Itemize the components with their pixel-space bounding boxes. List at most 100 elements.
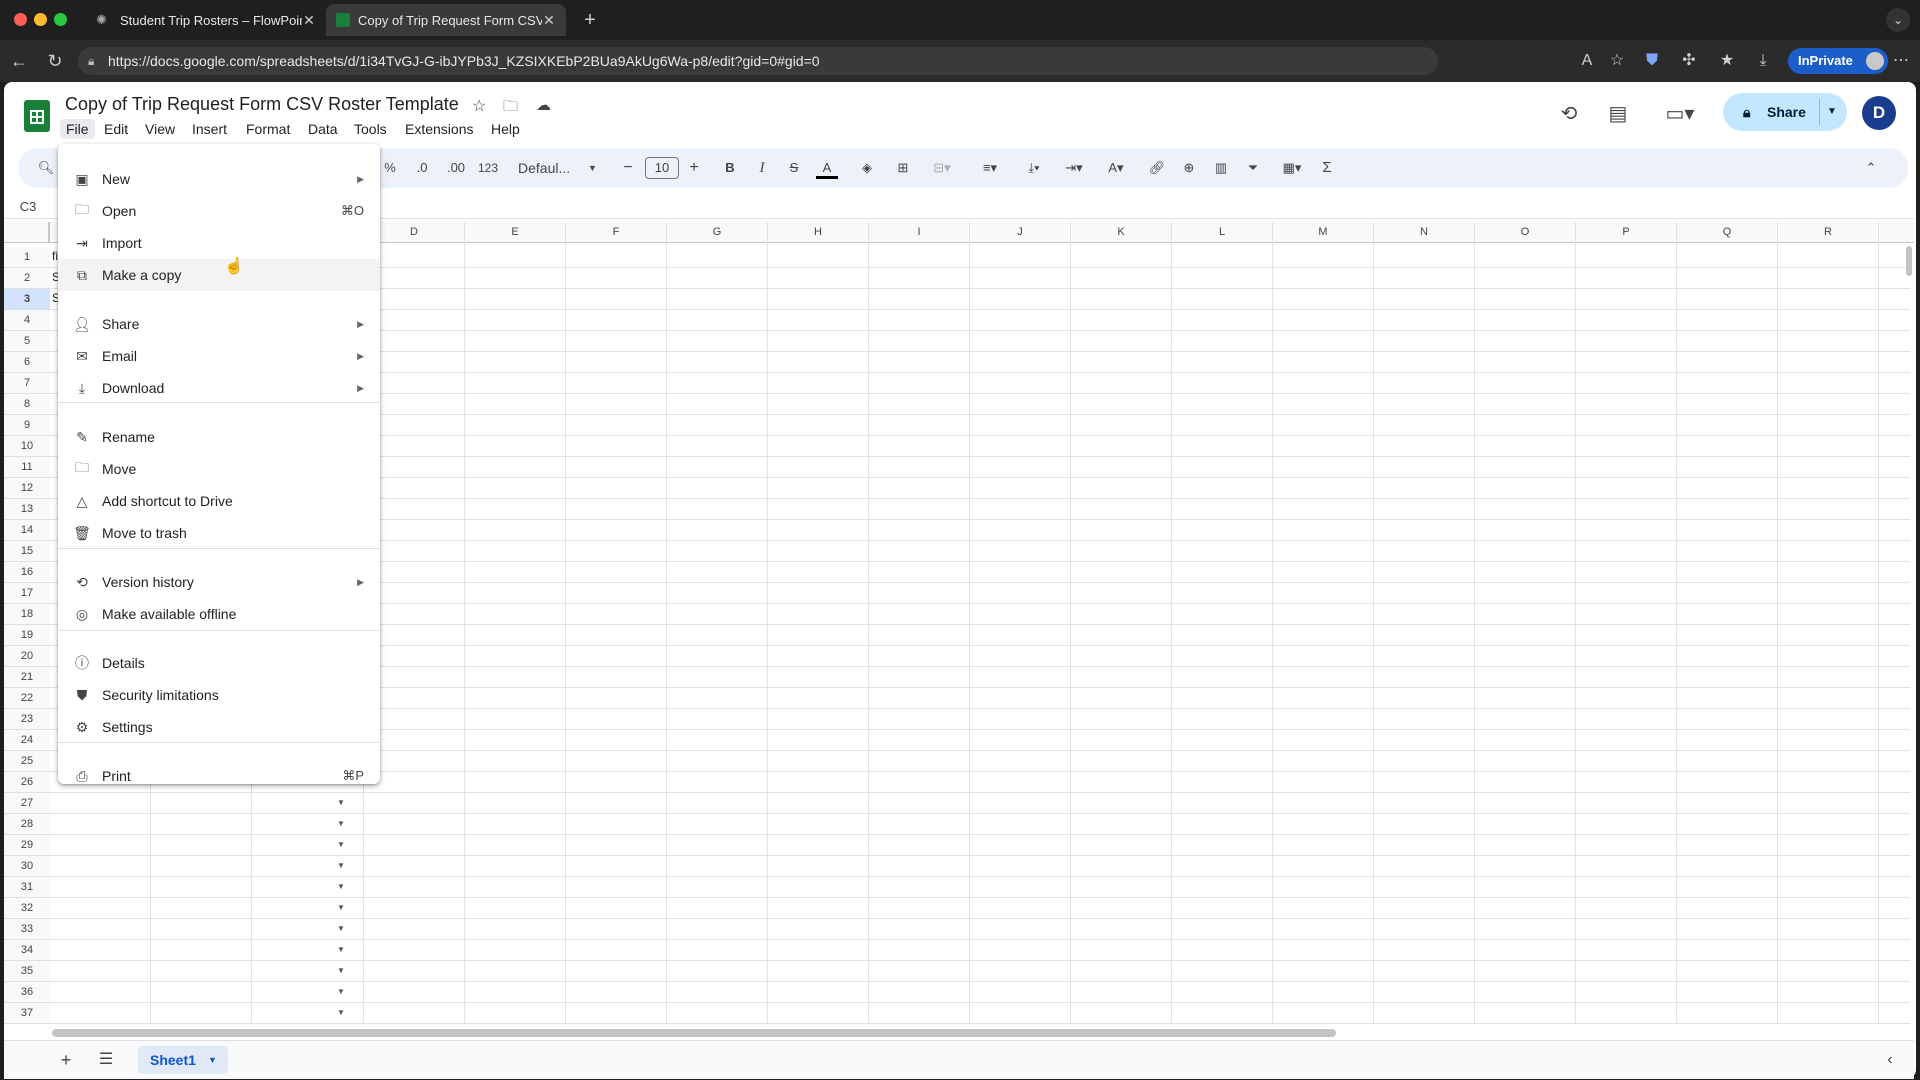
row-header-1[interactable]: 1 (4, 247, 50, 268)
insert-link-icon[interactable]: 🔗︎ (1146, 157, 1168, 179)
share-dropdown-chevron-icon[interactable]: ▼ (1827, 93, 1837, 131)
close-tab-icon[interactable]: ✕ (302, 12, 316, 29)
more-formats-button[interactable]: 123 (476, 157, 500, 179)
row-header-28[interactable]: 28 (4, 814, 50, 835)
row-header-36[interactable]: 36 (4, 982, 50, 1003)
filter-views-icon[interactable]: ▦▾ (1274, 157, 1310, 179)
fill-color-icon[interactable]: ◈ (856, 157, 878, 179)
column-header-k[interactable]: K (1071, 222, 1172, 242)
strikethrough-button[interactable]: S (784, 157, 804, 179)
insert-chart-icon[interactable]: ▥ (1210, 157, 1232, 179)
menu-help[interactable]: Help (485, 119, 526, 139)
name-box[interactable]: C3 (8, 196, 48, 218)
row-header-25[interactable]: 25 (4, 751, 50, 772)
row-header-9[interactable]: 9 (4, 415, 50, 436)
file-menu-item-settings[interactable]: ⚙ Settings (58, 711, 380, 743)
row-header-10[interactable]: 10 (4, 436, 50, 457)
dropdown-chip-icon[interactable]: ▼ (336, 903, 346, 912)
row-header-31[interactable]: 31 (4, 877, 50, 898)
sheet-tab-sheet1[interactable]: Sheet1 ▼ (138, 1046, 228, 1074)
column-header-m[interactable]: M (1273, 222, 1374, 242)
dropdown-chip-icon[interactable]: ▼ (336, 945, 346, 954)
menu-format[interactable]: Format (240, 119, 296, 139)
file-menu-item-email[interactable]: ✉ Email ▶ (58, 340, 380, 372)
font-family-select[interactable]: Defaul... ▼ (518, 157, 598, 179)
horizontal-scrollbar[interactable] (52, 1029, 1336, 1037)
menu-insert[interactable]: Insert (186, 119, 233, 139)
row-header-26[interactable]: 26 (4, 772, 50, 793)
file-menu-item-make-available-offline[interactable]: ◎ Make available offline (58, 598, 380, 630)
sheets-logo-icon[interactable] (24, 100, 50, 132)
filter-icon[interactable]: ⏷ (1242, 157, 1264, 179)
browser-tab-flowpoint[interactable]: ✺ Student Trip Rosters – FlowPoint ✕ (86, 4, 326, 36)
text-rotation-icon[interactable]: A▾ (1100, 157, 1132, 179)
row-header-17[interactable]: 17 (4, 583, 50, 604)
file-menu-item-rename[interactable]: ✎ Rename (58, 421, 380, 453)
row-header-37[interactable]: 37 (4, 1003, 50, 1024)
row-header-16[interactable]: 16 (4, 562, 50, 583)
menu-tools[interactable]: Tools (348, 119, 393, 139)
browser-tab-active[interactable]: Copy of Trip Request Form CSV ✕ (326, 4, 566, 36)
dropdown-chip-icon[interactable]: ▼ (336, 924, 346, 933)
row-header-4[interactable]: 4 (4, 310, 50, 331)
row-header-19[interactable]: 19 (4, 625, 50, 646)
tab-list-chevron-icon[interactable]: ⌄ (1886, 8, 1910, 32)
row-header-8[interactable]: 8 (4, 394, 50, 415)
borders-icon[interactable]: ⊞ (892, 157, 914, 179)
file-menu-item-import[interactable]: ⇥ Import (58, 227, 380, 259)
row-header-18[interactable]: 18 (4, 604, 50, 625)
row-header-24[interactable]: 24 (4, 730, 50, 751)
extension-shield-icon[interactable]: ⛊ (1641, 50, 1663, 72)
file-menu-item-add-shortcut-to-drive[interactable]: △ Add shortcut to Drive (58, 485, 380, 517)
file-menu-item-move[interactable]: 🗀 Move (58, 453, 380, 485)
row-header-23[interactable]: 23 (4, 709, 50, 730)
add-sheet-icon[interactable]: + (56, 1048, 76, 1072)
row-header-29[interactable]: 29 (4, 835, 50, 856)
column-header-h[interactable]: H (768, 222, 869, 242)
column-header-j[interactable]: J (970, 222, 1071, 242)
column-header-r[interactable]: R (1778, 222, 1879, 242)
increase-decimal-button[interactable]: .00 (442, 157, 470, 179)
file-menu-item-share[interactable]: 👤︎ Share ▶ (58, 308, 380, 340)
row-header-15[interactable]: 15 (4, 541, 50, 562)
menu-extensions[interactable]: Extensions (399, 119, 479, 139)
dropdown-chip-icon[interactable]: ▼ (336, 798, 346, 807)
horizontal-align-icon[interactable]: ≡▾ (974, 157, 1006, 179)
reload-icon[interactable]: ↻ (44, 50, 66, 72)
row-header-5[interactable]: 5 (4, 331, 50, 352)
star-icon[interactable]: ☆ (472, 96, 486, 116)
maximize-window-button[interactable] (54, 13, 67, 26)
row-header-6[interactable]: 6 (4, 352, 50, 373)
dropdown-chip-icon[interactable]: ▼ (336, 840, 346, 849)
file-menu-item-open[interactable]: 🗀 Open ⌘O (58, 195, 380, 227)
column-header-i[interactable]: I (869, 222, 970, 242)
row-header-30[interactable]: 30 (4, 856, 50, 877)
vertical-align-icon[interactable]: ⤓▾ (1018, 157, 1050, 179)
increase-font-size-button[interactable]: + (684, 157, 704, 179)
column-header-g[interactable]: G (667, 222, 768, 242)
move-folder-icon[interactable]: 🗀 (503, 96, 518, 121)
new-tab-button[interactable]: + (578, 8, 602, 32)
dropdown-chip-icon[interactable]: ▼ (336, 819, 346, 828)
menu-file[interactable]: File (60, 119, 95, 139)
all-sheets-list-icon[interactable]: ☰ (96, 1048, 116, 1072)
file-menu-item-move-to-trash[interactable]: 🗑︎ Move to trash (58, 517, 380, 549)
favorites-icon[interactable]: ★ (1716, 50, 1738, 72)
inprivate-badge[interactable]: InPrivate (1788, 48, 1888, 74)
close-tab-icon[interactable]: ✕ (542, 12, 556, 29)
menu-view[interactable]: View (139, 119, 181, 139)
minimize-window-button[interactable] (34, 13, 47, 26)
text-wrapping-icon[interactable]: ⇥▾ (1058, 157, 1090, 179)
decrease-decimal-button[interactable]: .0 (410, 157, 434, 179)
row-header-20[interactable]: 20 (4, 646, 50, 667)
column-header-f[interactable]: F (566, 222, 667, 242)
account-avatar[interactable]: D (1862, 96, 1896, 130)
font-size-input[interactable]: 10 (645, 157, 679, 179)
extensions-puzzle-icon[interactable]: ✣ (1678, 50, 1700, 72)
favorite-star-icon[interactable]: ☆ (1606, 50, 1628, 72)
bold-button[interactable]: B (720, 157, 740, 179)
version-history-icon[interactable]: ⟲ (1555, 100, 1583, 128)
file-menu-item-download[interactable]: ⤓ Download ▶ (58, 372, 380, 404)
read-aloud-icon[interactable]: A (1576, 50, 1598, 72)
row-header-3[interactable]: 3 (4, 289, 50, 310)
